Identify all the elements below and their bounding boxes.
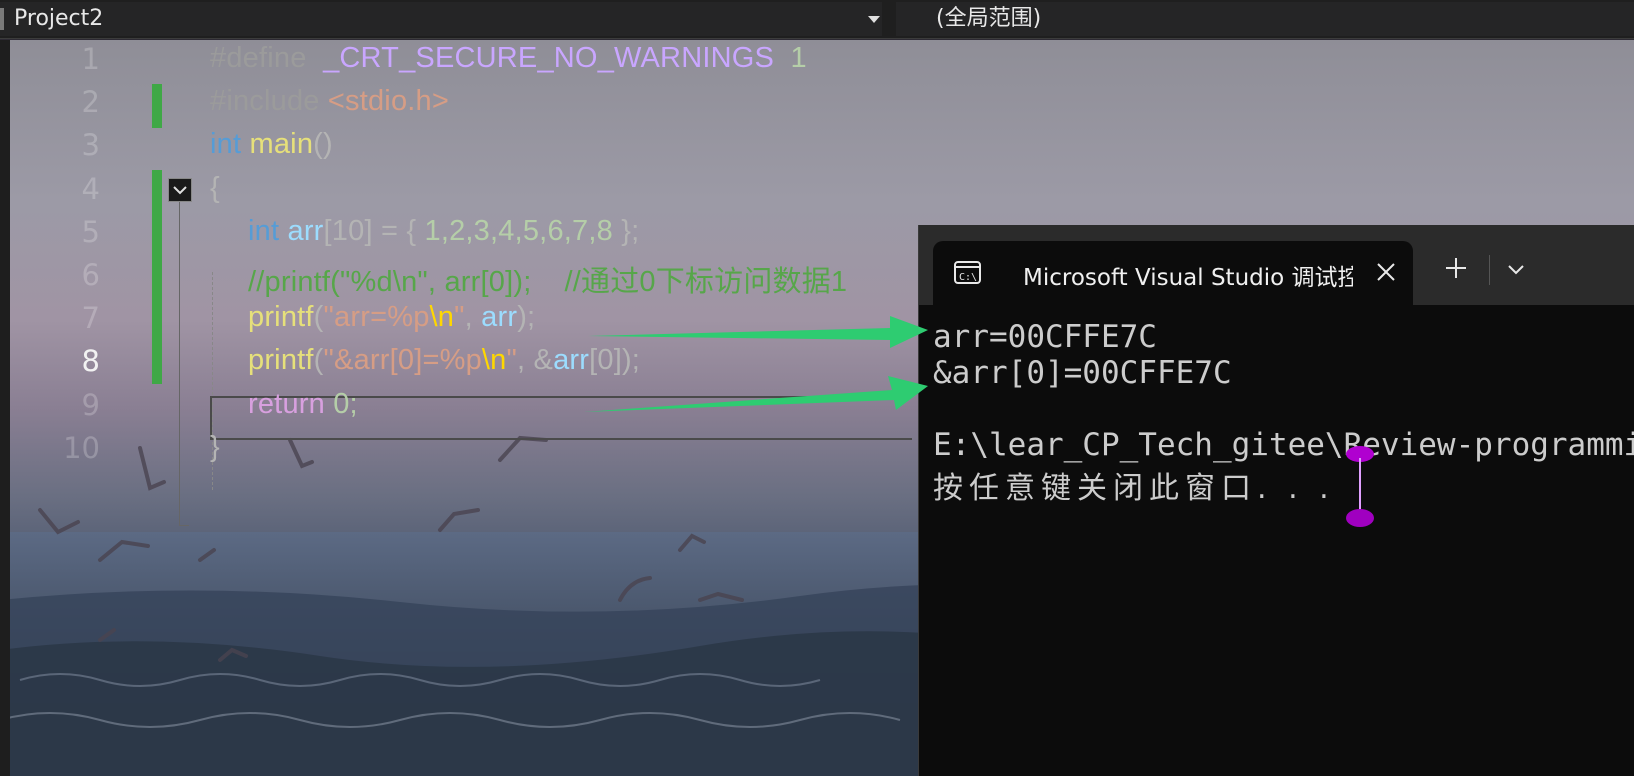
code-line[interactable]: printf("&arr[0]=%p\n", &arr[0]); [248, 344, 640, 377]
code-token: [0]); [589, 344, 641, 377]
code-token: } [210, 430, 220, 463]
line-number: 6 [81, 258, 100, 292]
code-token: \n [429, 301, 455, 334]
code-token: #define [210, 42, 315, 74]
navigation-bar: Project2 (全局范围) [0, 0, 1634, 39]
code-token: printf [248, 301, 314, 334]
code-token: ( [313, 301, 324, 334]
code-token: }; [612, 214, 640, 247]
line-number: 4 [81, 171, 100, 206]
code-line[interactable]: int arr[10] = { 1,2,3,4,5,6,7,8 }; [248, 215, 639, 248]
line-number: 9 [81, 387, 100, 422]
caret-down-icon[interactable] [868, 16, 880, 23]
code-line[interactable]: #define _CRT_SECURE_NO_WARNINGS 1 [210, 42, 807, 75]
code-token: _CRT_SECURE_NO_WARNINGS [314, 42, 775, 74]
scope-name: (全局范围) [936, 6, 1042, 31]
project-dropdown[interactable]: Project2 [0, 2, 882, 36]
code-token: arr [481, 301, 518, 334]
line-number: 5 [81, 214, 100, 249]
change-indicator [152, 170, 162, 384]
terminal-titlebar: C:\ Microsoft Visual Studio 调试控制台 [919, 225, 1634, 305]
terminal-output-line: &arr[0]=00CFFE7C [933, 355, 1232, 391]
code-token: () [313, 128, 333, 161]
code-token: , [464, 301, 482, 334]
code-token: "&arr[0]=%p [323, 344, 482, 377]
code-line[interactable]: { [210, 172, 220, 205]
line-number: 8 [81, 344, 100, 379]
code-token: { [210, 171, 220, 204]
plus-icon[interactable] [1443, 255, 1469, 281]
terminal-output-line: 按任意键关闭此窗口. . . [933, 471, 1335, 506]
code-token: int [248, 214, 280, 247]
terminal-console-icon: C:\ [953, 259, 983, 291]
code-line[interactable]: int main() [210, 128, 333, 161]
code-token: 1 [774, 42, 807, 74]
code-line[interactable]: printf("arr=%p\n", arr); [248, 301, 535, 334]
code-token: arr [553, 344, 590, 377]
chevron-down-icon[interactable] [1503, 257, 1529, 283]
code-token: int [210, 128, 242, 161]
terminal-output-line: arr=00CFFE7C [933, 319, 1157, 355]
line-number: 2 [81, 85, 100, 120]
fold-guide [179, 202, 180, 526]
code-line[interactable]: return 0; [248, 388, 358, 421]
code-token: ); [517, 301, 536, 334]
change-indicator [152, 84, 162, 128]
line-number: 10 [63, 430, 100, 465]
terminal-output-line: E:\lear_CP_Tech_gitee\Review-programming [933, 427, 1634, 463]
fold-collapse-icon[interactable] [168, 178, 192, 202]
code-token: <stdio.h> [327, 85, 450, 118]
code-token: 1,2,3,4,5,6,7,8 [424, 214, 613, 247]
line-number: 3 [81, 128, 100, 163]
code-token: [10] = { [323, 214, 425, 247]
line-number: 7 [81, 301, 100, 336]
code-token: return [248, 387, 325, 420]
code-token: , & [517, 344, 554, 377]
code-line[interactable]: } [210, 431, 220, 464]
code-token: main [241, 128, 314, 161]
code-line[interactable]: #include <stdio.h> [210, 85, 449, 118]
scope-dropdown[interactable]: (全局范围) [896, 2, 1634, 36]
code-token: 0; [324, 387, 358, 420]
code-token: " [506, 344, 517, 377]
svg-text:C:\: C:\ [959, 272, 977, 283]
project-name: Project2 [14, 6, 104, 31]
debug-console-window[interactable]: C:\ Microsoft Visual Studio 调试控制台 arr=00… [918, 225, 1634, 776]
code-token: //printf("%d\n", arr[0]); //通过0下标访问数据1 [248, 266, 848, 298]
code-token: arr [279, 214, 324, 247]
code-token: ( [313, 344, 324, 377]
terminal-tab[interactable]: C:\ Microsoft Visual Studio 调试控制台 [933, 241, 1413, 305]
code-token: #include [210, 85, 328, 118]
code-token: "arr=%p [323, 301, 430, 334]
titlebar-divider [1489, 255, 1490, 285]
terminal-tab-title: Microsoft Visual Studio 调试控制台 [1023, 265, 1353, 291]
code-token: " [454, 301, 465, 334]
line-number: 1 [81, 42, 100, 76]
code-line[interactable]: //printf("%d\n", arr[0]); //通过0下标访问数据1 [248, 258, 847, 300]
text-cursor-marker [1346, 446, 1374, 527]
code-token: \n [481, 344, 507, 377]
dropdown-edge [0, 8, 4, 30]
code-token: printf [248, 344, 314, 377]
fold-guide-end [179, 525, 189, 526]
close-icon[interactable] [1373, 259, 1399, 285]
